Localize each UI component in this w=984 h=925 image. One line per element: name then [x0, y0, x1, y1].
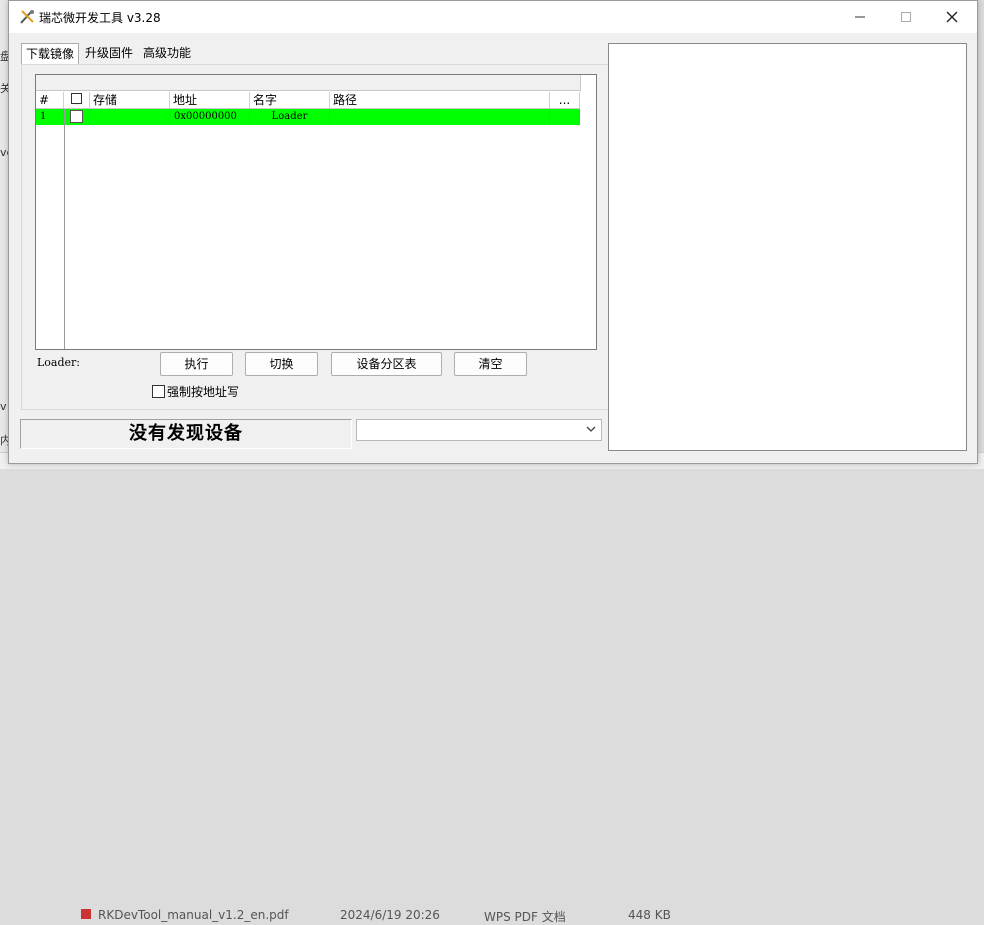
row-path[interactable] — [330, 109, 550, 125]
row-index: 1 — [36, 109, 64, 125]
col-storage-header[interactable]: 存储 — [90, 92, 170, 108]
loader-status-label: Loader: — [37, 356, 81, 369]
tab-advanced[interactable]: 高级功能 — [139, 43, 195, 63]
row-checkbox-cell — [64, 109, 90, 125]
row-more[interactable] — [550, 109, 580, 125]
col-name-header[interactable]: 名字 — [250, 92, 330, 108]
download-image-panel: # 存储 地址 名字 路径 ... 1 0x00000000 Loader Lo… — [21, 64, 609, 410]
clear-button[interactable]: 清空 — [454, 352, 527, 376]
bg-file-date: 2024/6/19 20:26 — [340, 908, 440, 922]
window-title: 瑞芯微开发工具 v3.28 — [39, 11, 161, 25]
bg-fragment: v — [0, 400, 7, 413]
tab-upgrade-firmware[interactable]: 升级固件 — [81, 43, 137, 63]
maximize-icon — [901, 12, 911, 22]
bg-file-size: 448 KB — [628, 908, 671, 922]
rkdevtool-window: 瑞芯微开发工具 v3.28 下载镜像 升级固件 高级功能 # 存储 地址 名字 … — [8, 0, 978, 464]
list-group-bar — [36, 75, 581, 91]
row-checkbox[interactable] — [70, 110, 83, 123]
bg-file-name: RKDevTool_manual_v1.2_en.pdf — [98, 908, 289, 922]
row-address[interactable]: 0x00000000 — [170, 109, 250, 125]
force-write-option[interactable]: 强制按地址写 — [152, 383, 239, 400]
col-index-header[interactable]: # — [36, 92, 64, 108]
col-more-header[interactable]: ... — [550, 92, 580, 108]
table-row[interactable]: 1 0x00000000 Loader — [36, 109, 580, 125]
row-storage[interactable] — [90, 109, 170, 125]
force-write-checkbox[interactable] — [152, 385, 165, 398]
close-icon — [946, 11, 958, 23]
device-select[interactable] — [356, 419, 602, 441]
log-output-panel[interactable] — [608, 43, 967, 451]
list-gutter — [64, 109, 65, 349]
window-content: 下载镜像 升级固件 高级功能 # 存储 地址 名字 路径 ... 1 0x000… — [9, 33, 977, 463]
tools-app-icon — [20, 10, 34, 24]
select-all-checkbox[interactable] — [71, 93, 82, 104]
tab-download-image[interactable]: 下载镜像 — [21, 43, 80, 66]
switch-button[interactable]: 切换 — [245, 352, 318, 376]
run-button[interactable]: 执行 — [160, 352, 233, 376]
partition-list[interactable]: # 存储 地址 名字 路径 ... 1 0x00000000 Loader — [35, 74, 597, 350]
maximize-button[interactable] — [883, 1, 929, 33]
bg-file-icon — [80, 908, 92, 923]
bg-file-type: WPS PDF 文档 — [484, 910, 566, 924]
col-path-header[interactable]: 路径 — [330, 92, 550, 108]
close-button[interactable] — [929, 1, 975, 33]
col-address-header[interactable]: 地址 — [170, 92, 250, 108]
title-bar[interactable]: 瑞芯微开发工具 v3.28 — [9, 1, 977, 33]
force-write-label: 强制按地址写 — [167, 385, 240, 399]
list-header: # 存储 地址 名字 路径 ... — [36, 92, 580, 109]
minimize-button[interactable] — [837, 1, 883, 33]
minimize-icon — [855, 16, 865, 18]
device-partition-table-button[interactable]: 设备分区表 — [331, 352, 442, 376]
row-name[interactable]: Loader — [250, 109, 330, 125]
device-status: 没有发现设备 — [20, 419, 352, 449]
col-check-header[interactable] — [64, 92, 90, 108]
chevron-down-icon — [586, 426, 596, 432]
tab-bar: 下载镜像 升级固件 高级功能 — [21, 43, 197, 66]
